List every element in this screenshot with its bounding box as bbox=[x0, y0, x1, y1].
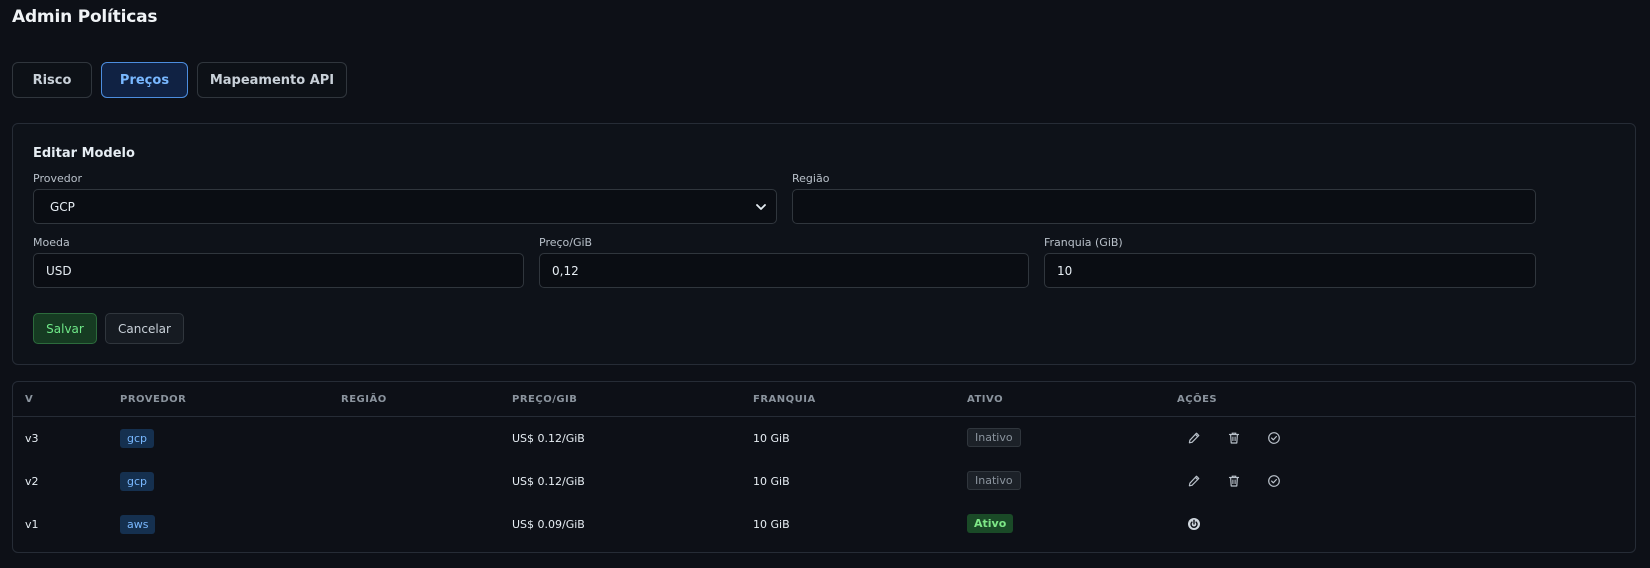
row-franquia: 10 GiB bbox=[753, 432, 790, 445]
provedor-label: Provedor bbox=[33, 172, 82, 185]
provider-badge: aws bbox=[120, 515, 156, 534]
provedor-select-value: GCP bbox=[50, 199, 75, 214]
page-title: Admin Políticas bbox=[12, 7, 158, 27]
header-acoes: AÇÕES bbox=[1177, 394, 1218, 405]
table-row: v1 aws US$ 0.09/GiB 10 GiB Ativo bbox=[13, 502, 1635, 547]
tab-precos[interactable]: Preços bbox=[101, 62, 188, 98]
check-circle-icon[interactable] bbox=[1267, 431, 1281, 445]
edit-model-card: Editar Modelo Provedor GCP Região Moeda … bbox=[12, 123, 1636, 365]
franquia-label: Franquia (GiB) bbox=[1044, 236, 1123, 249]
header-franquia: FRANQUIA bbox=[753, 394, 816, 405]
chevron-down-icon bbox=[755, 201, 767, 213]
cancel-button[interactable]: Cancelar bbox=[105, 313, 184, 344]
provedor-select[interactable]: GCP bbox=[33, 189, 777, 224]
regiao-label: Região bbox=[792, 172, 830, 185]
trash-icon[interactable] bbox=[1227, 431, 1241, 445]
pricing-table: V PROVEDOR REGIÃO PREÇO/GIB FRANQUIA ATI… bbox=[12, 381, 1636, 553]
moeda-label: Moeda bbox=[33, 236, 70, 249]
header-preco: PREÇO/GIB bbox=[512, 394, 578, 405]
preco-input[interactable]: 0,12 bbox=[539, 253, 1029, 288]
edit-model-title: Editar Modelo bbox=[33, 146, 135, 161]
row-franquia: 10 GiB bbox=[753, 475, 790, 488]
tab-bar: Risco Preços Mapeamento API bbox=[12, 62, 347, 98]
check-circle-icon[interactable] bbox=[1267, 474, 1281, 488]
save-button[interactable]: Salvar bbox=[33, 313, 97, 344]
status-badge: Ativo bbox=[967, 514, 1014, 533]
provider-badge: gcp bbox=[120, 472, 155, 491]
row-preco: US$ 0.12/GiB bbox=[512, 432, 585, 445]
franquia-input[interactable]: 10 bbox=[1044, 253, 1536, 288]
status-badge: Inativo bbox=[967, 428, 1021, 447]
row-preco: US$ 0.12/GiB bbox=[512, 475, 585, 488]
header-provedor: PROVEDOR bbox=[120, 394, 187, 405]
table-row: v3 gcp US$ 0.12/GiB 10 GiB Inativo bbox=[13, 416, 1635, 461]
header-regiao: REGIÃO bbox=[341, 394, 387, 405]
row-franquia: 10 GiB bbox=[753, 518, 790, 531]
table-row: v2 gcp US$ 0.12/GiB 10 GiB Inativo bbox=[13, 459, 1635, 504]
row-version: v3 bbox=[25, 432, 39, 445]
row-preco: US$ 0.09/GiB bbox=[512, 518, 585, 531]
tab-risco[interactable]: Risco bbox=[12, 62, 92, 98]
preco-label: Preço/GiB bbox=[539, 236, 593, 249]
moeda-input[interactable]: USD bbox=[33, 253, 524, 288]
tab-mapeamento-api[interactable]: Mapeamento API bbox=[197, 62, 347, 98]
table-header: V PROVEDOR REGIÃO PREÇO/GIB FRANQUIA ATI… bbox=[13, 382, 1635, 417]
power-icon[interactable] bbox=[1187, 517, 1201, 531]
status-badge: Inativo bbox=[967, 471, 1021, 490]
row-version: v1 bbox=[25, 518, 39, 531]
regiao-input[interactable] bbox=[792, 189, 1536, 224]
admin-policies-page: Admin Políticas Risco Preços Mapeamento … bbox=[0, 0, 1650, 568]
trash-icon[interactable] bbox=[1227, 474, 1241, 488]
pencil-icon[interactable] bbox=[1187, 431, 1201, 445]
row-version: v2 bbox=[25, 475, 39, 488]
header-ativo: ATIVO bbox=[967, 394, 1004, 405]
provider-badge: gcp bbox=[120, 429, 155, 448]
pencil-icon[interactable] bbox=[1187, 474, 1201, 488]
header-v: V bbox=[25, 394, 34, 405]
